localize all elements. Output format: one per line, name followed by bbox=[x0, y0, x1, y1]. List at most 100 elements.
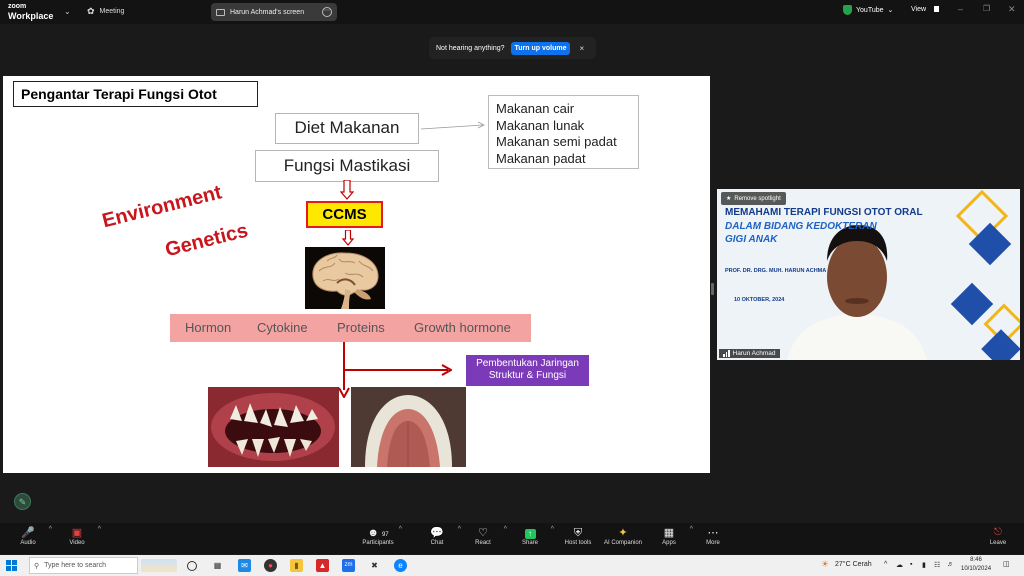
system-clock[interactable]: 8:46 10/10/2024 bbox=[961, 556, 991, 574]
close-icon[interactable]: ✕ bbox=[1008, 4, 1016, 15]
camera-bg-subtitle2: GIGI ANAK bbox=[725, 234, 778, 245]
leave-button[interactable]: ⎋ Leave bbox=[980, 526, 1016, 546]
more-button[interactable]: ⋯ More bbox=[693, 526, 733, 546]
leave-icon: ⎋ bbox=[994, 527, 1002, 538]
battery-icon[interactable]: ▮ bbox=[922, 561, 926, 569]
file-explorer-icon[interactable]: ▮ bbox=[290, 559, 303, 572]
volume-icon[interactable]: ♬ bbox=[947, 561, 954, 568]
meeting-menu[interactable]: ✿ Meeting bbox=[87, 6, 124, 17]
flow-line bbox=[344, 369, 448, 371]
cloud-icon: ☁ bbox=[896, 562, 903, 569]
screen-share-icon bbox=[216, 8, 225, 16]
camera-bg-presenter: PROF. DR. DRG. MUH. HARUN ACHMA bbox=[725, 268, 827, 274]
zoom-logo: zoom Workplace bbox=[8, 3, 53, 21]
apps-icon: ▦ bbox=[663, 527, 675, 539]
mastication-box: Fungsi Mastikasi bbox=[255, 150, 439, 182]
chrome-icon[interactable]: ● bbox=[264, 559, 277, 572]
genetics-label: Genetics bbox=[163, 219, 251, 262]
host-tools-button[interactable]: ⛨ Host tools bbox=[558, 526, 598, 546]
arrow-right-icon bbox=[441, 364, 452, 376]
chat-button[interactable]: 💬 Chat ^ bbox=[417, 526, 461, 546]
arrow-down-icon bbox=[338, 387, 350, 398]
share-indicator[interactable]: Harun Achmad's screen ⋯ bbox=[211, 3, 337, 21]
meeting-label: Meeting bbox=[99, 8, 125, 15]
food-item: Makanan cair bbox=[496, 101, 575, 116]
chevron-down-icon: ⌄ bbox=[887, 7, 894, 14]
notice-close-button[interactable]: × bbox=[579, 44, 584, 53]
ccms-label: CCMS bbox=[308, 203, 381, 226]
taskbar-search-input[interactable]: ⚲ Type here to search bbox=[29, 557, 138, 574]
chat-label: Chat bbox=[430, 540, 444, 546]
brain-image bbox=[305, 247, 385, 309]
capcut-icon[interactable]: ✖ bbox=[368, 559, 381, 572]
leave-label: Leave bbox=[989, 540, 1007, 546]
edge-icon[interactable]: e bbox=[394, 559, 407, 572]
annotate-icon[interactable]: ✎ bbox=[14, 493, 31, 510]
meeting-toolbar: 🎤 Audio ^ ▣ Video ^ ☻ 97 Participants ^ … bbox=[0, 523, 1024, 554]
camera-bg-subtitle: DALAM BIDANG KEDOKTERAN bbox=[725, 221, 877, 232]
flow-line bbox=[343, 342, 345, 390]
view-menu[interactable]: View bbox=[911, 6, 939, 13]
arrow-right-icon bbox=[421, 121, 485, 130]
notifications-icon[interactable]: ◫ bbox=[1003, 560, 1010, 568]
camera-bg-date: 10 OKTOBER, 2024 bbox=[734, 297, 785, 303]
chevron-up-icon[interactable]: ^ bbox=[504, 526, 507, 533]
panel-resize-handle[interactable] bbox=[711, 283, 714, 295]
outcome-box: Pembentukan Jaringan Struktur & Fungsi bbox=[466, 355, 589, 386]
windows-start-icon[interactable] bbox=[6, 560, 17, 571]
more-options-icon[interactable]: ⋯ bbox=[322, 7, 332, 17]
factor-label: Proteins bbox=[337, 320, 385, 335]
taj-mahal-icon[interactable] bbox=[141, 559, 177, 572]
youtube-menu[interactable]: YouTube ⌄ bbox=[843, 5, 893, 15]
chevron-up-icon[interactable]: ^ bbox=[399, 526, 402, 533]
video-button[interactable]: ▣ Video ^ bbox=[57, 526, 101, 546]
microphone-icon[interactable]: ▪ bbox=[910, 561, 912, 568]
clock-time: 8:46 bbox=[970, 557, 982, 563]
more-label: More bbox=[706, 540, 720, 546]
chevron-up-icon[interactable]: ^ bbox=[884, 561, 887, 568]
chevron-up-icon[interactable]: ^ bbox=[98, 526, 101, 533]
task-view-icon[interactable]: ▦ bbox=[211, 559, 224, 572]
mail-icon[interactable]: ✉ bbox=[238, 559, 251, 572]
chevron-up-icon[interactable]: ^ bbox=[49, 526, 52, 533]
zoom-app-icon[interactable]: zm bbox=[342, 559, 355, 572]
pdf-icon[interactable]: ▲ bbox=[316, 559, 329, 572]
factors-band: Hormon Cytokine Proteins Growth hormone bbox=[170, 314, 531, 342]
outcome-line1: Pembentukan Jaringan bbox=[476, 358, 579, 369]
diet-box: Diet Makanan bbox=[275, 113, 419, 144]
arrow-down-icon bbox=[340, 180, 354, 200]
share-button[interactable]: ↑ Share ^ bbox=[510, 526, 554, 546]
react-button[interactable]: ♡ React ^ bbox=[463, 526, 507, 546]
chevron-down-icon[interactable]: ⌄ bbox=[64, 7, 71, 16]
shield-icon: ⛨ bbox=[573, 527, 583, 539]
spotlight-video[interactable]: ★ Remove spotlight MEMAHAMI TERAPI FUNGS… bbox=[717, 189, 1020, 360]
participant-name: Harun Achmad bbox=[732, 350, 776, 357]
search-icon: ⚲ bbox=[34, 562, 40, 570]
ai-companion-button[interactable]: ✦ AI Companion bbox=[603, 526, 643, 546]
shield-icon bbox=[843, 5, 852, 15]
title-bar: zoom Workplace ⌄ ✿ Meeting Harun Achmad'… bbox=[0, 0, 1024, 24]
microphone-muted-icon: 🎤 bbox=[21, 527, 35, 539]
heart-icon: ♡ bbox=[478, 527, 488, 539]
cortana-icon[interactable] bbox=[187, 561, 197, 571]
arrow-down-icon bbox=[342, 230, 354, 246]
shared-screen-slide: Pengantar Terapi Fungsi Otot Diet Makana… bbox=[3, 76, 710, 473]
food-item: Makanan lunak bbox=[496, 117, 585, 133]
audio-button[interactable]: 🎤 Audio ^ bbox=[8, 526, 52, 546]
weather-text[interactable]: 27°C Cerah bbox=[835, 561, 872, 568]
food-item: Makanan padat bbox=[496, 150, 586, 166]
share-label: Share bbox=[521, 540, 538, 546]
chevron-up-icon[interactable]: ^ bbox=[458, 526, 461, 533]
turn-up-volume-button[interactable]: Turn up volume bbox=[510, 41, 571, 55]
apps-button[interactable]: ▦ Apps ^ bbox=[649, 526, 693, 546]
participants-button[interactable]: ☻ 97 Participants ^ bbox=[358, 526, 402, 546]
restore-icon[interactable]: ❐ bbox=[983, 4, 990, 13]
more-icon: ⋯ bbox=[707, 527, 719, 539]
chevron-up-icon[interactable]: ^ bbox=[551, 526, 554, 533]
slide-title: Pengantar Terapi Fungsi Otot bbox=[13, 81, 258, 107]
paw-icon: ✿ bbox=[87, 6, 95, 16]
remove-spotlight-button[interactable]: ★ Remove spotlight bbox=[721, 192, 786, 205]
minimize-icon[interactable]: – bbox=[958, 4, 963, 14]
factor-label: Cytokine bbox=[257, 320, 308, 335]
network-icon[interactable]: ☷ bbox=[934, 561, 940, 569]
